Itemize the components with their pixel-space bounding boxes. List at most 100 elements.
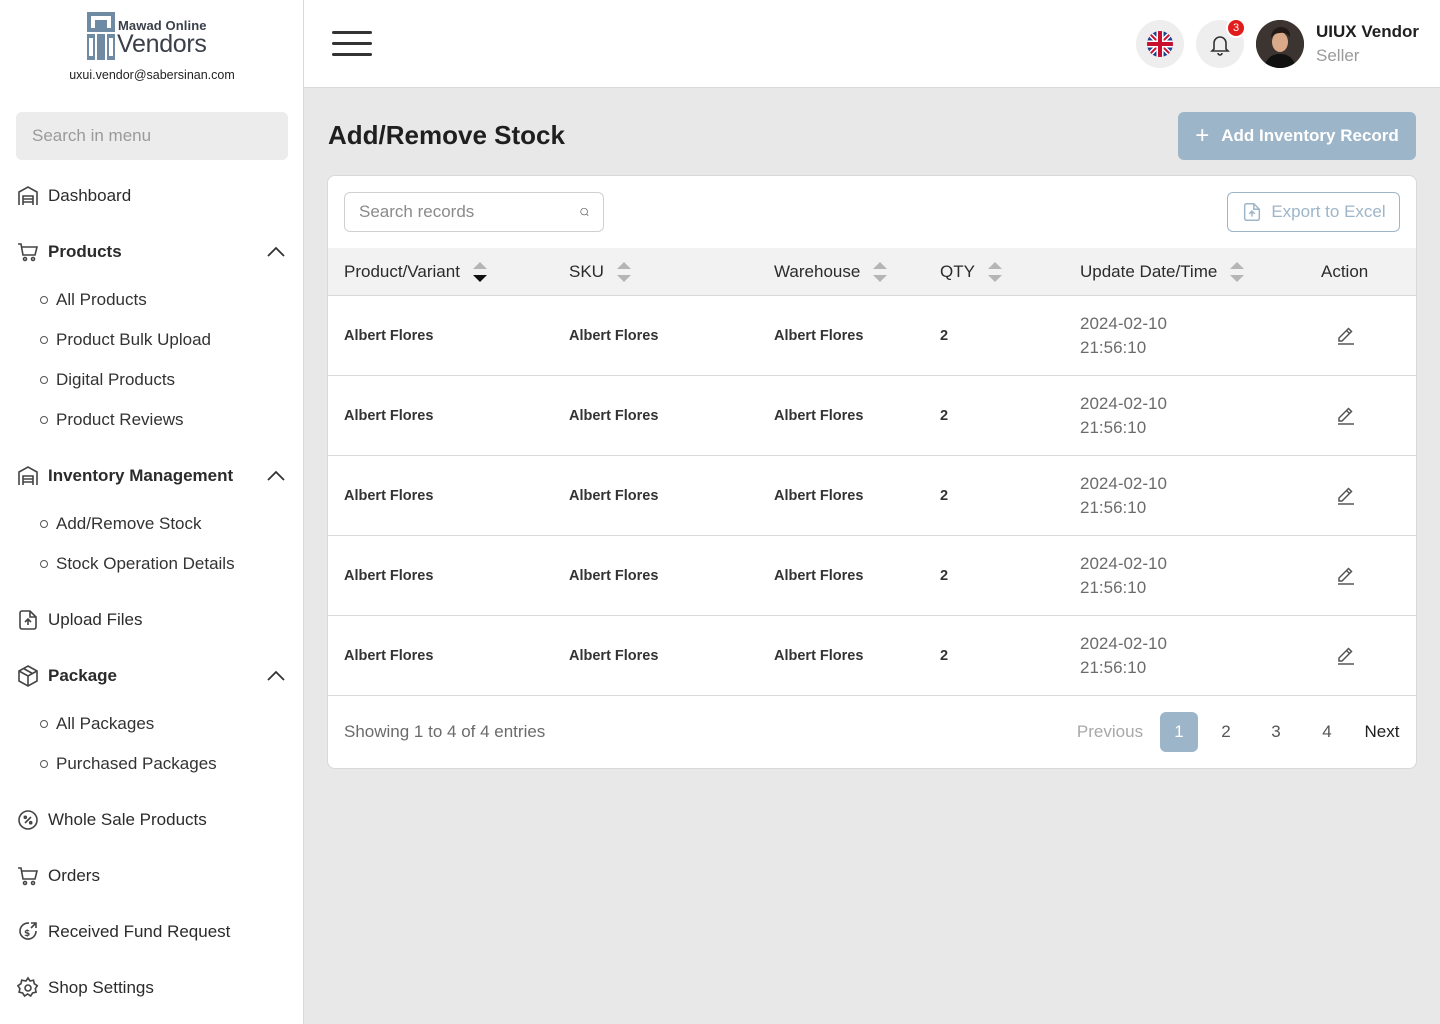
bullet-icon	[40, 336, 48, 344]
user-name: UIUX Vendor	[1316, 22, 1419, 41]
cell-time: 21:56:10	[1080, 578, 1147, 597]
sidebar-subitem-digital-products[interactable]: Digital Products	[40, 366, 175, 394]
sidebar-subitem-purchased-packages[interactable]: Purchased Packages	[40, 750, 217, 778]
pagination-page-2[interactable]: 2	[1207, 712, 1245, 752]
pagination-page-4[interactable]: 4	[1308, 712, 1346, 752]
sidebar-subitem-label: Product Bulk Upload	[56, 330, 211, 349]
bell-icon	[1210, 36, 1230, 56]
column-header-product[interactable]: Product/Variant	[344, 248, 488, 296]
column-header-update-date[interactable]: Update Date/Time	[1080, 248, 1245, 296]
sidebar-item-package[interactable]: Package	[16, 660, 288, 692]
sidebar-item-label: Shop Settings	[48, 978, 154, 997]
pagination-previous-button[interactable]: Previous	[1072, 712, 1148, 752]
sidebar-item-upload-files[interactable]: Upload Files	[16, 604, 288, 636]
bullet-icon	[40, 416, 48, 424]
pagination-page-1[interactable]: 1	[1160, 712, 1198, 752]
cell-warehouse: Albert Flores	[774, 408, 864, 424]
sidebar-subitem-label: Purchased Packages	[56, 754, 217, 773]
add-inventory-record-button[interactable]: + Add Inventory Record	[1178, 112, 1416, 160]
sidebar-subitem-label: Add/Remove Stock	[56, 514, 202, 533]
cell-product: Albert Flores	[344, 488, 434, 504]
cell-qty: 2	[940, 568, 949, 584]
sidebar-subitem-label: Digital Products	[56, 370, 176, 389]
sidebar-item-label: Whole Sale Products	[48, 810, 207, 829]
cell-date: 2024-02-10	[1080, 634, 1167, 653]
cart-icon	[16, 240, 40, 264]
cell-product: Albert Flores	[344, 568, 434, 584]
sidebar-item-label: Orders	[48, 866, 100, 885]
bullet-icon	[40, 520, 48, 528]
vendor-email: uxui.vendor@sabersinan.com	[69, 68, 235, 82]
warehouse-icon	[16, 464, 40, 488]
sidebar-item-products[interactable]: Products	[16, 236, 288, 268]
sidebar-subitem-product-reviews[interactable]: Product Reviews	[40, 406, 184, 434]
edit-pencil-icon[interactable]	[1334, 564, 1358, 588]
package-icon	[16, 664, 40, 688]
logo-icon	[87, 12, 115, 60]
sidebar-item-orders[interactable]: Orders	[16, 860, 288, 892]
edit-pencil-icon[interactable]	[1334, 644, 1358, 668]
cell-qty: 2	[940, 328, 949, 344]
pagination-page-3[interactable]: 3	[1257, 712, 1295, 752]
sidebar-item-label: Package	[48, 666, 117, 685]
avatar[interactable]	[1256, 20, 1304, 68]
cell-date: 2024-02-10	[1080, 474, 1167, 493]
sidebar-subitem-stock-operation-details[interactable]: Stock Operation Details	[40, 550, 235, 578]
file-upload-icon	[1244, 203, 1261, 221]
uk-flag-icon	[1147, 31, 1173, 57]
sort-desc-icon[interactable]	[472, 260, 488, 284]
edit-pencil-icon[interactable]	[1334, 484, 1358, 508]
sidebar-subitem-all-packages[interactable]: All Packages	[40, 710, 154, 738]
cell-sku: Albert Flores	[569, 488, 659, 504]
cell-date: 2024-02-10	[1080, 394, 1167, 413]
sort-icon[interactable]	[616, 260, 632, 284]
cell-update-datetime: 2024-02-10 21:56:10	[1080, 376, 1167, 456]
pagination-next-button[interactable]: Next	[1358, 712, 1406, 752]
edit-pencil-icon[interactable]	[1334, 404, 1358, 428]
top-bar: 3 UIUX Vendor Seller	[304, 0, 1440, 88]
sort-icon[interactable]	[872, 260, 888, 284]
sort-icon[interactable]	[987, 260, 1003, 284]
cell-warehouse: Albert Flores	[774, 648, 864, 664]
sidebar-item-dashboard[interactable]: Dashboard	[16, 180, 288, 212]
sort-icon[interactable]	[1229, 260, 1245, 284]
hamburger-menu-icon[interactable]	[332, 28, 372, 60]
sidebar-subitem-product-bulk-upload[interactable]: Product Bulk Upload	[40, 326, 211, 354]
cell-qty: 2	[940, 648, 949, 664]
chevron-up-icon[interactable]	[264, 240, 288, 264]
language-button[interactable]	[1136, 20, 1184, 68]
cell-qty: 2	[940, 408, 949, 424]
sidebar-item-inventory[interactable]: Inventory Management	[16, 460, 288, 492]
column-header-label: Update Date/Time	[1080, 262, 1218, 281]
record-search-input[interactable]	[359, 202, 580, 222]
edit-pencil-icon[interactable]	[1334, 324, 1358, 348]
notifications-button[interactable]: 3	[1196, 18, 1246, 68]
cell-product: Albert Flores	[344, 408, 434, 424]
sidebar-item-shop-settings[interactable]: Shop Settings	[16, 972, 288, 1004]
sidebar-item-wholesale-products[interactable]: Whole Sale Products	[16, 804, 288, 836]
column-header-action: Action	[1321, 248, 1368, 296]
sidebar-item-received-fund-request[interactable]: $ Received Fund Request	[16, 916, 288, 948]
export-to-excel-label: Export to Excel	[1271, 202, 1386, 221]
cell-update-datetime: 2024-02-10 21:56:10	[1080, 536, 1167, 616]
chevron-up-icon[interactable]	[264, 664, 288, 688]
cell-product: Albert Flores	[344, 328, 434, 344]
table-row: Albert Flores Albert Flores Albert Flore…	[328, 296, 1416, 376]
bullet-icon	[40, 760, 48, 768]
chevron-up-icon[interactable]	[264, 464, 288, 488]
cell-date: 2024-02-10	[1080, 554, 1167, 573]
export-to-excel-button[interactable]: Export to Excel	[1227, 192, 1400, 232]
sidebar-subitem-label: Product Reviews	[56, 410, 184, 429]
search-icon[interactable]	[580, 200, 589, 224]
record-search-box[interactable]	[344, 192, 604, 232]
column-header-qty[interactable]: QTY	[940, 248, 1003, 296]
cart-icon	[16, 864, 40, 888]
menu-search-input[interactable]	[16, 112, 288, 160]
column-header-sku[interactable]: SKU	[569, 248, 632, 296]
cell-time: 21:56:10	[1080, 498, 1147, 517]
column-header-warehouse[interactable]: Warehouse	[774, 248, 888, 296]
table-row: Albert Flores Albert Flores Albert Flore…	[328, 376, 1416, 456]
sidebar-subitem-all-products[interactable]: All Products	[40, 286, 147, 314]
sidebar-subitem-add-remove-stock[interactable]: Add/Remove Stock	[40, 510, 202, 538]
sidebar-subitem-label: All Packages	[56, 714, 155, 733]
